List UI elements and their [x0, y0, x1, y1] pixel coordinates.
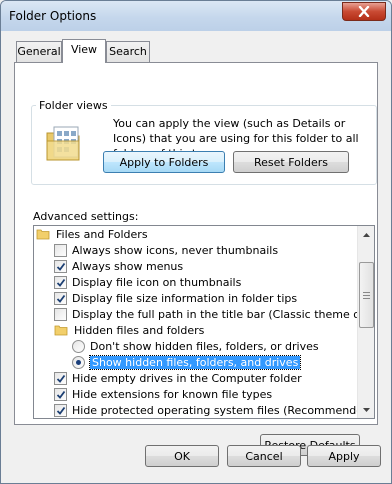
- tab-search[interactable]: Search: [106, 41, 150, 62]
- close-icon: [358, 6, 370, 17]
- checkbox[interactable]: [54, 275, 67, 289]
- scroll-thumb[interactable]: [359, 262, 374, 328]
- option-display-file-icon[interactable]: Display file icon on thumbnails: [54, 274, 241, 290]
- option-display-file-size[interactable]: Display file size information in folder …: [54, 290, 297, 306]
- checkbox[interactable]: [54, 243, 67, 257]
- tree-folder-hidden-files[interactable]: Hidden files and folders: [54, 322, 204, 338]
- view-tab-panel: Folder views You can apply the view (suc…: [14, 62, 378, 456]
- apply-button[interactable]: Apply: [307, 445, 381, 467]
- arrow-up-icon: [363, 232, 370, 237]
- cancel-button[interactable]: Cancel: [227, 445, 301, 467]
- option-label: Always show icons, never thumbnails: [72, 243, 279, 257]
- checkmark-icon: [56, 374, 66, 383]
- scroll-up-button[interactable]: [358, 226, 374, 243]
- option-label: Hide empty drives in the Computer folder: [72, 371, 302, 385]
- title-bar[interactable]: Folder Options: [1, 1, 391, 31]
- ok-button[interactable]: OK: [145, 445, 219, 467]
- folder-options-window: Folder Options General View Search Folde…: [0, 0, 392, 484]
- folder-view-icon: [46, 126, 80, 161]
- option-label: Always show menus: [72, 259, 184, 273]
- tab-view-label: View: [70, 43, 98, 56]
- option-hide-extensions[interactable]: Hide extensions for known file types: [54, 386, 272, 402]
- folder-icon: [54, 325, 68, 336]
- reset-folders-button[interactable]: Reset Folders: [233, 151, 349, 173]
- scroll-down-button[interactable]: [358, 401, 374, 418]
- checkbox[interactable]: [54, 403, 67, 417]
- radio-button[interactable]: [72, 339, 85, 353]
- option-label: Show hidden files, folders, and drives: [88, 354, 302, 370]
- dialog-client: General View Search Folder views You can…: [2, 31, 390, 483]
- checkbox[interactable]: [54, 387, 67, 401]
- folder-icon: [36, 229, 50, 240]
- checkmark-icon: [56, 406, 66, 415]
- vertical-scrollbar[interactable]: [357, 226, 374, 418]
- option-hide-protected-files[interactable]: Hide protected operating system files (R…: [54, 402, 374, 418]
- tab-general-label: General: [17, 45, 61, 58]
- checkbox[interactable]: [54, 259, 67, 273]
- checkmark-icon: [56, 294, 66, 303]
- apply-to-folders-button[interactable]: Apply to Folders: [103, 151, 225, 173]
- checkbox[interactable]: [54, 291, 67, 305]
- option-label: Don't show hidden files, folders, or dri…: [90, 339, 319, 353]
- advanced-settings-tree[interactable]: Files and Folders Always show icons, nev…: [33, 225, 375, 419]
- checkbox[interactable]: [54, 371, 67, 385]
- option-label: Hide protected operating system files (R…: [72, 403, 375, 417]
- close-button[interactable]: [342, 2, 386, 21]
- tree-item-label: Hidden files and folders: [74, 323, 205, 337]
- tree-folder-files-and-folders[interactable]: Files and Folders: [36, 226, 148, 242]
- arrow-down-icon: [363, 407, 370, 412]
- tab-view[interactable]: View: [62, 39, 106, 63]
- option-label: Hide extensions for known file types: [72, 387, 273, 401]
- checkbox[interactable]: [54, 307, 67, 321]
- tab-search-label: Search: [109, 45, 147, 58]
- checkmark-icon: [56, 278, 66, 287]
- option-always-show-menus[interactable]: Always show menus: [54, 258, 183, 274]
- checkmark-icon: [56, 390, 66, 399]
- advanced-settings-label: Advanced settings:: [33, 210, 139, 223]
- tab-general[interactable]: General: [16, 41, 62, 62]
- option-label: Display the full path in the title bar (…: [72, 307, 375, 321]
- option-dont-show-hidden[interactable]: Don't show hidden files, folders, or dri…: [72, 338, 319, 354]
- option-hide-empty-drives[interactable]: Hide empty drives in the Computer folder: [54, 370, 302, 386]
- option-always-show-icons[interactable]: Always show icons, never thumbnails: [54, 242, 278, 258]
- radio-button[interactable]: [72, 355, 85, 369]
- window-title: Folder Options: [9, 9, 97, 23]
- tree-item-label: Files and Folders: [56, 227, 148, 241]
- option-show-hidden[interactable]: Show hidden files, folders, and drives: [72, 354, 302, 370]
- option-display-full-path[interactable]: Display the full path in the title bar (…: [54, 306, 375, 322]
- option-label: Display file size information in folder …: [72, 291, 298, 305]
- option-label: Display file icon on thumbnails: [72, 275, 242, 289]
- checkmark-icon: [56, 262, 66, 271]
- folder-views-legend: Folder views: [36, 99, 111, 112]
